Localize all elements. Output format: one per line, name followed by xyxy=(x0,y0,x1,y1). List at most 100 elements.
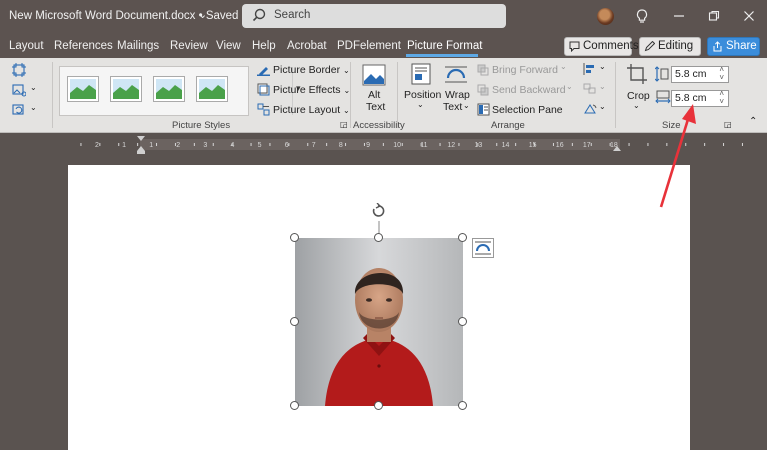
resize-handle-top-right[interactable] xyxy=(458,233,467,242)
resize-handle-left[interactable] xyxy=(290,317,299,326)
change-picture-icon[interactable] xyxy=(12,83,26,97)
tab-view[interactable]: View xyxy=(216,40,241,52)
ruler-number: 1 xyxy=(149,142,153,149)
ruler-tick xyxy=(99,143,101,146)
chevron-down-icon[interactable]: ⌄ xyxy=(30,83,37,92)
ruler-number: 10 xyxy=(393,142,401,149)
send-backward-button[interactable]: Send Backward xyxy=(492,84,566,96)
tab-pdfelement[interactable]: PDFelement xyxy=(337,40,401,52)
ruler-tick xyxy=(326,143,328,146)
layout-options-button[interactable] xyxy=(472,238,494,258)
close-icon[interactable] xyxy=(741,8,757,24)
picture-layout-label: Picture Layout xyxy=(273,104,341,116)
minimize-icon[interactable] xyxy=(671,8,687,24)
ruler-tick xyxy=(269,143,271,146)
alt-text-label-1[interactable]: Alt xyxy=(368,89,380,101)
chevron-down-icon[interactable]: ⌄ xyxy=(566,82,573,91)
chevron-down-icon[interactable]: ⌄ xyxy=(633,101,640,110)
resize-handle-top[interactable] xyxy=(374,233,383,242)
chevron-down-icon[interactable]: ⌄ xyxy=(560,62,567,71)
search-placeholder: Search xyxy=(274,9,311,21)
tab-acrobat[interactable]: Acrobat xyxy=(287,40,327,52)
ruler-number: 6 xyxy=(285,142,289,149)
rotate-icon[interactable] xyxy=(583,103,597,115)
ruler-number: 16 xyxy=(556,142,564,149)
chevron-down-icon[interactable]: ⌄ xyxy=(198,8,207,21)
tab-references[interactable]: References xyxy=(54,40,113,52)
picture-style-thumb[interactable] xyxy=(154,77,184,101)
chevron-down-icon[interactable]: ⌄ xyxy=(417,100,424,109)
align-icon[interactable] xyxy=(583,63,597,75)
selected-photo[interactable] xyxy=(295,238,463,406)
ruler-number: 12 xyxy=(447,142,455,149)
restore-icon[interactable] xyxy=(706,8,722,24)
ruler-tick xyxy=(382,143,384,146)
wrap-text-label-1[interactable]: Wrap xyxy=(445,89,470,101)
chevron-down-icon[interactable]: ⌄ xyxy=(599,102,606,111)
tab-mailings[interactable]: Mailings xyxy=(117,40,159,52)
ruler-number: 14 xyxy=(502,142,510,149)
comments-button[interactable]: Comments xyxy=(564,37,639,56)
picture-style-thumb[interactable] xyxy=(68,77,98,101)
spinner-arrows-icon[interactable]: ˄ ˅ xyxy=(719,90,724,106)
comments-label: Comments xyxy=(583,40,639,52)
chevron-down-icon[interactable]: ⌄ xyxy=(30,103,37,112)
resize-handle-right[interactable] xyxy=(458,317,467,326)
tab-layout[interactable]: Layout xyxy=(9,40,44,52)
picture-effects-icon xyxy=(257,83,270,96)
picture-effects-button[interactable]: Picture Effects ⌄ xyxy=(273,84,350,96)
share-button[interactable]: Share xyxy=(707,37,760,56)
ruler-tick xyxy=(628,143,630,146)
resize-handle-top-left[interactable] xyxy=(290,233,299,242)
ruler-tick xyxy=(552,143,554,146)
resize-handle-bottom-right[interactable] xyxy=(458,401,467,410)
picture-styles-gallery[interactable]: ▾ xyxy=(59,66,301,116)
wrap-text-label-2[interactable]: Text xyxy=(443,101,462,113)
ruler-tick xyxy=(704,143,706,146)
resize-handle-bottom-left[interactable] xyxy=(290,401,299,410)
chevron-down-icon[interactable]: ⌄ xyxy=(599,62,606,71)
collapse-ribbon-icon[interactable]: ⌃ xyxy=(749,116,757,127)
tab-picture-format[interactable]: Picture Format xyxy=(407,40,482,52)
shape-height-icon xyxy=(655,66,669,82)
group-separator xyxy=(52,62,53,128)
position-icon xyxy=(411,63,431,85)
bring-forward-button[interactable]: Bring Forward xyxy=(492,64,558,76)
ruler-tick xyxy=(250,143,252,146)
lightbulb-icon[interactable] xyxy=(634,8,650,24)
ruler-tick xyxy=(590,143,592,146)
ruler-tick xyxy=(345,143,347,146)
ruler-tick xyxy=(118,143,120,146)
selection-pane-button[interactable]: Selection Pane xyxy=(492,104,563,116)
shape-height-value: 5.8 cm xyxy=(675,68,707,80)
compress-pictures-icon[interactable] xyxy=(12,63,26,77)
chevron-down-icon[interactable]: ⌄ xyxy=(599,82,606,91)
avatar[interactable] xyxy=(597,8,614,25)
picture-border-label: Picture Border xyxy=(273,64,341,76)
chevron-down-icon[interactable]: ⌄ xyxy=(463,101,470,110)
resize-handle-bottom[interactable] xyxy=(374,401,383,410)
dialog-launcher-icon[interactable]: ◲ xyxy=(724,120,732,129)
group-objects-icon[interactable] xyxy=(583,83,597,95)
picture-layout-button[interactable]: Picture Layout ⌄ xyxy=(273,104,350,116)
editing-button[interactable]: Editing ⌄ xyxy=(639,37,701,68)
picture-style-thumb[interactable] xyxy=(111,77,141,101)
group-separator xyxy=(350,62,351,128)
ruler-number: 9 xyxy=(366,142,370,149)
picture-style-thumb[interactable] xyxy=(197,77,227,101)
search-box[interactable]: Search xyxy=(242,4,506,28)
ruler-number: 2 xyxy=(95,142,99,149)
spinner-arrows-icon[interactable]: ˄ ˅ xyxy=(719,66,724,82)
shape-height-input[interactable]: 5.8 cm ˄ ˅ xyxy=(671,66,729,83)
ruler-tick xyxy=(741,143,743,146)
alt-text-label-2[interactable]: Text xyxy=(366,101,385,113)
picture-border-button[interactable]: Picture Border ⌄ xyxy=(273,64,350,76)
dialog-launcher-icon[interactable]: ◲ xyxy=(340,120,348,129)
tab-review[interactable]: Review xyxy=(170,40,208,52)
group-label-arrange: Arrange xyxy=(491,120,525,131)
reset-picture-icon[interactable] xyxy=(12,103,26,117)
ruler-tick xyxy=(647,143,649,146)
ruler-tick xyxy=(439,143,441,146)
ruler-tick xyxy=(458,143,460,146)
tab-help[interactable]: Help xyxy=(252,40,276,52)
